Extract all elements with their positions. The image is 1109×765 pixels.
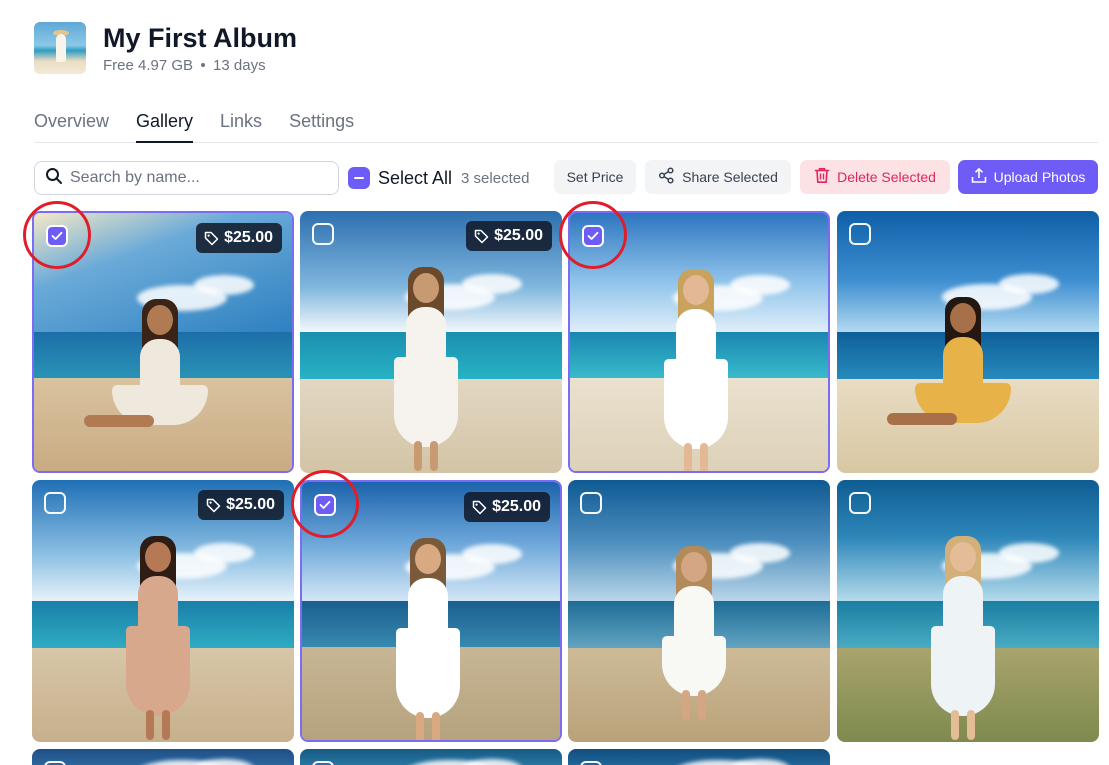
photo-card[interactable]: $25.00 (300, 480, 562, 742)
photo-checkbox[interactable] (312, 761, 334, 765)
price-text: $25.00 (224, 229, 273, 246)
price-badge: $25.00 (464, 492, 550, 522)
photo-card[interactable] (837, 480, 1099, 742)
delete-selected-label: Delete Selected (837, 169, 936, 185)
photo-checkbox[interactable] (314, 494, 336, 516)
tag-icon (204, 231, 219, 246)
photo-checkbox[interactable] (44, 492, 66, 514)
photo-card[interactable] (568, 211, 830, 473)
price-text: $25.00 (226, 496, 275, 513)
photo-card[interactable] (837, 211, 1099, 473)
tab-links[interactable]: Links (220, 108, 262, 143)
photo-image (568, 480, 830, 742)
set-price-label: Set Price (566, 169, 624, 185)
photo-checkbox[interactable] (849, 223, 871, 245)
photo-image (568, 749, 830, 765)
tag-icon (472, 500, 487, 515)
photo-image (570, 213, 828, 471)
album-info: My First Album Free 4.97 GB 13 days (103, 23, 297, 74)
tab-gallery[interactable]: Gallery (136, 108, 194, 143)
minus-icon (354, 177, 364, 179)
separator-dot (201, 63, 206, 67)
photo-image (837, 480, 1099, 742)
price-badge: $25.00 (466, 221, 552, 251)
album-title: My First Album (103, 22, 298, 53)
share-icon (658, 167, 675, 187)
tag-icon (474, 229, 489, 244)
tab-settings[interactable]: Settings (289, 108, 354, 143)
search-input[interactable] (70, 169, 330, 187)
price-badge: $25.00 (196, 223, 282, 253)
tag-icon (206, 498, 221, 513)
share-selected-label: Share Selected (682, 169, 778, 185)
upload-photos-button[interactable]: Upload Photos (958, 160, 1098, 194)
photo-image (300, 749, 562, 765)
price-text: $25.00 (492, 498, 541, 515)
price-badge: $25.00 (198, 490, 284, 520)
search-box[interactable] (34, 161, 339, 195)
photo-card[interactable]: $25.00 (300, 211, 562, 473)
photo-checkbox[interactable] (580, 492, 602, 514)
price-text: $25.00 (494, 227, 543, 244)
trash-icon (814, 167, 830, 187)
set-price-button[interactable]: Set Price (554, 160, 636, 194)
photo-image (32, 749, 294, 765)
search-icon (45, 167, 63, 190)
album-cover-thumbnail (34, 22, 86, 74)
delete-selected-button[interactable]: Delete Selected (800, 160, 950, 194)
photo-checkbox[interactable] (580, 761, 602, 765)
photo-checkbox[interactable] (582, 225, 604, 247)
photo-card[interactable] (32, 749, 294, 765)
photo-card[interactable]: $25.00 (32, 480, 294, 742)
check-icon (51, 231, 63, 241)
check-icon (319, 500, 331, 510)
album-header: My First Album Free 4.97 GB 13 days (34, 22, 297, 74)
duration-info: 13 days (213, 56, 266, 74)
photo-card[interactable]: $25.00 (32, 211, 294, 473)
photo-card[interactable] (568, 480, 830, 742)
selected-count: 3 selected (461, 169, 530, 187)
check-icon (587, 231, 599, 241)
select-all-checkbox[interactable] (348, 167, 370, 189)
photo-checkbox[interactable] (46, 225, 68, 247)
photo-card[interactable] (300, 749, 562, 765)
album-meta: Free 4.97 GB 13 days (103, 57, 297, 74)
select-all-toggle[interactable]: Select All 3 selected (348, 167, 529, 189)
upload-icon (971, 167, 987, 187)
share-selected-button[interactable]: Share Selected (645, 160, 791, 194)
tab-overview[interactable]: Overview (34, 108, 109, 143)
storage-info: Free 4.97 GB (103, 56, 194, 74)
upload-photos-label: Upload Photos (993, 169, 1086, 185)
photo-checkbox[interactable] (44, 761, 66, 765)
album-tabs: Overview Gallery Links Settings (34, 108, 1098, 143)
photo-checkbox[interactable] (312, 223, 334, 245)
photo-card[interactable] (568, 749, 830, 765)
photo-checkbox[interactable] (849, 492, 871, 514)
select-all-label: Select All (378, 167, 453, 188)
photo-image (837, 211, 1099, 473)
